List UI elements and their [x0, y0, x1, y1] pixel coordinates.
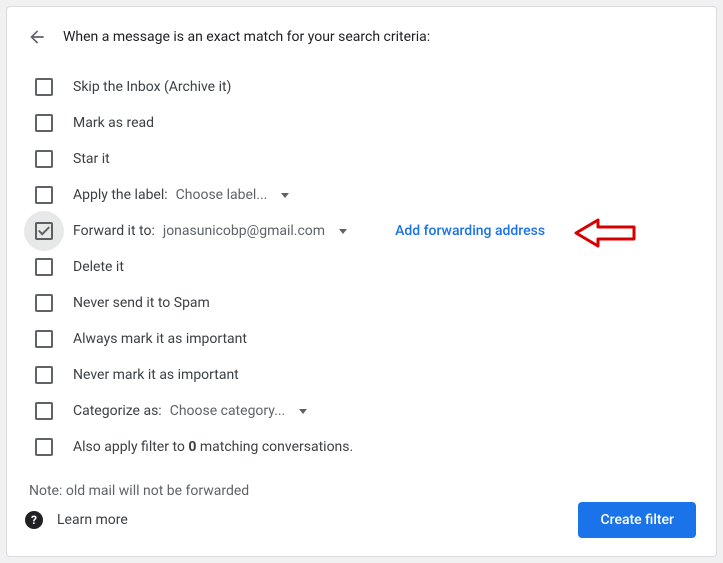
checkbox-always-important[interactable]	[35, 330, 53, 348]
dropdown-choose-label-text: Choose label...	[176, 187, 268, 203]
option-never-spam: Never send it to Spam	[27, 285, 696, 321]
label-always-important: Always mark it as important	[73, 331, 247, 347]
caret-down-icon	[281, 193, 289, 198]
checkbox-categorize-as[interactable]	[35, 402, 53, 420]
label-star-it: Star it	[73, 151, 110, 167]
label-mark-read: Mark as read	[73, 115, 154, 131]
checkbox-apply-label[interactable]	[35, 186, 53, 204]
dropdown-choose-category-text: Choose category...	[170, 403, 286, 419]
checkbox-also-apply[interactable]	[35, 438, 53, 456]
header-title: When a message is an exact match for you…	[63, 29, 430, 45]
label-never-spam: Never send it to Spam	[73, 295, 210, 311]
option-always-important: Always mark it as important	[27, 321, 696, 357]
checkbox-mark-read[interactable]	[35, 114, 53, 132]
label-never-important: Never mark it as important	[73, 367, 239, 383]
option-also-apply: Also apply filter to 0 matching conversa…	[27, 429, 696, 465]
label-skip-inbox: Skip the Inbox (Archive it)	[73, 79, 231, 95]
option-star-it: Star it	[27, 141, 696, 177]
checkbox-delete-it[interactable]	[35, 258, 53, 276]
option-apply-label: Apply the label: Choose label...	[27, 177, 696, 213]
checkbox-focus-halo	[24, 211, 64, 251]
checkbox-skip-inbox[interactable]	[35, 78, 53, 96]
dropdown-choose-label[interactable]: Choose label...	[176, 187, 290, 203]
annotation-arrow-icon	[572, 217, 636, 249]
link-add-forwarding-address[interactable]: Add forwarding address	[395, 223, 545, 239]
learn-more-text: Learn more	[57, 512, 128, 528]
option-never-important: Never mark it as important	[27, 357, 696, 393]
create-filter-button[interactable]: Create filter	[578, 502, 696, 538]
dropdown-choose-category[interactable]: Choose category...	[170, 403, 308, 419]
header-row: When a message is an exact match for you…	[27, 27, 696, 47]
label-also-apply: Also apply filter to 0 matching conversa…	[73, 439, 353, 455]
checkbox-never-spam[interactable]	[35, 294, 53, 312]
also-apply-post: matching conversations.	[196, 439, 353, 455]
option-mark-read: Mark as read	[27, 105, 696, 141]
option-skip-inbox: Skip the Inbox (Archive it)	[27, 69, 696, 105]
note-old-mail: Note: old mail will not be forwarded	[27, 483, 696, 499]
checkbox-never-important[interactable]	[35, 366, 53, 384]
dropdown-forward-email-text: jonasunicobp@gmail.com	[163, 223, 325, 239]
caret-down-icon	[339, 229, 347, 234]
footer-row: ? Learn more Create filter	[25, 502, 696, 538]
also-apply-pre: Also apply filter to	[73, 439, 188, 455]
dropdown-forward-email[interactable]: jonasunicobp@gmail.com	[163, 223, 347, 239]
option-delete-it: Delete it	[27, 249, 696, 285]
checkbox-star-it[interactable]	[35, 150, 53, 168]
checkbox-forward-to[interactable]	[35, 222, 53, 240]
learn-more-link[interactable]: ? Learn more	[25, 511, 128, 529]
label-apply-label: Apply the label:	[73, 187, 168, 203]
option-categorize-as: Categorize as: Choose category...	[27, 393, 696, 429]
label-delete-it: Delete it	[73, 259, 124, 275]
caret-down-icon	[299, 409, 307, 414]
label-categorize-as: Categorize as:	[73, 403, 162, 419]
back-arrow-icon[interactable]	[27, 27, 47, 47]
help-icon: ?	[25, 511, 43, 529]
label-forward-to: Forward it to:	[73, 223, 155, 239]
filter-actions-panel: When a message is an exact match for you…	[6, 6, 717, 557]
